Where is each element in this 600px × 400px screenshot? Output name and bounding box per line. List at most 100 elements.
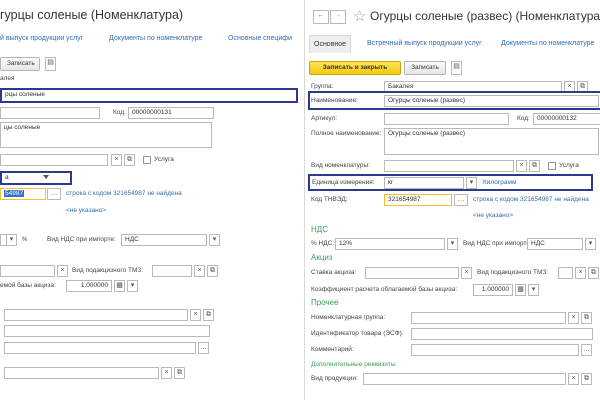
esf-field[interactable]: [411, 328, 593, 340]
code-field[interactable]: 00000000131: [128, 107, 214, 119]
comment-more-icon[interactable]: …: [581, 344, 592, 356]
tnved-select-icon[interactable]: …: [454, 194, 468, 206]
link-documents[interactable]: Документы по номенклатуре: [109, 35, 202, 42]
save-button[interactable]: Записать: [0, 57, 40, 71]
name-field[interactable]: Огурцы соленые (развес): [384, 95, 599, 107]
service-label: Услуга: [559, 162, 579, 169]
fullname-field[interactable]: Огурцы соленые (развес): [384, 128, 599, 155]
tnved-value: 54987: [4, 190, 25, 197]
coef-field[interactable]: 1.000000: [473, 284, 513, 296]
fullname-field[interactable]: цы соленые: [0, 122, 212, 148]
coef-value: 1.000000: [80, 282, 108, 289]
service-checkbox[interactable]: [548, 162, 556, 170]
nom-group-clear-icon[interactable]: ×: [190, 309, 201, 321]
service-checkbox[interactable]: [143, 156, 151, 164]
type-field[interactable]: [384, 160, 514, 172]
product-type-open-icon[interactable]: ⧉: [174, 367, 185, 379]
nom-group-open-icon[interactable]: ⧉: [581, 312, 592, 324]
coef-dropdown-icon[interactable]: ▾: [127, 280, 138, 292]
nom-group-field[interactable]: [4, 309, 188, 321]
type-field[interactable]: [0, 154, 108, 166]
product-type-label: Вид продукции:: [311, 375, 358, 382]
nom-group-field[interactable]: [411, 312, 566, 324]
nds-import-dropdown-icon[interactable]: ▾: [209, 234, 220, 246]
comment-field[interactable]: [411, 344, 579, 356]
not-specified-link[interactable]: <не указано>: [473, 212, 513, 219]
section-other: Прочее: [311, 298, 339, 307]
section-nds: НДС: [311, 225, 328, 234]
nds-dropdown-icon[interactable]: ▾: [6, 234, 17, 246]
tnved-error: строка с кодом 321654987 не найдена: [66, 190, 182, 197]
save-and-close-button[interactable]: Записать и закрыть: [309, 61, 401, 75]
tab-main[interactable]: Основное: [309, 35, 352, 53]
excise-type-open-icon[interactable]: ⧉: [588, 267, 599, 279]
nds-import-field[interactable]: НДС: [527, 238, 583, 250]
tnved-field[interactable]: 321654987: [384, 194, 452, 206]
nds-import-value: НДС: [125, 236, 139, 243]
window-title: Огурцы соленые (развес) (Номенклатура): [370, 9, 600, 23]
unit-dropdown-icon[interactable]: [43, 175, 49, 179]
product-type-clear-icon[interactable]: ×: [161, 367, 172, 379]
link-counter-release[interactable]: Встречный выпуск продукции услуг: [367, 40, 482, 47]
link-main-spec[interactable]: Основные специфи: [228, 35, 292, 42]
tnved-field[interactable]: 54987: [0, 188, 46, 200]
nds-import-field[interactable]: НДС: [121, 234, 207, 246]
link-documents[interactable]: Документы по номенклатуре: [501, 40, 594, 47]
excise-rate-field[interactable]: [0, 265, 55, 277]
coef-label: емой базы акциза:: [0, 282, 56, 289]
right-window: ← → ☆ Огурцы соленые (развес) (Номенклат…: [304, 0, 600, 400]
forward-arrow-icon[interactable]: →: [330, 10, 346, 24]
not-specified-link[interactable]: <не указано>: [66, 207, 106, 214]
tnved-label: Код ТНВЭД:: [311, 196, 348, 203]
code-field[interactable]: 00000000132: [533, 113, 600, 125]
excise-type-clear-icon[interactable]: ×: [194, 265, 205, 277]
product-type-field[interactable]: [4, 367, 159, 379]
type-open-icon[interactable]: ⧉: [529, 160, 540, 172]
type-clear-icon[interactable]: ×: [516, 160, 527, 172]
esf-field[interactable]: [4, 325, 210, 337]
nds-dropdown-icon[interactable]: ▾: [447, 238, 458, 250]
unit-field[interactable]: кг: [384, 177, 464, 189]
unit-link[interactable]: Килограмм: [483, 179, 516, 186]
calc-icon[interactable]: ▦: [515, 284, 526, 296]
type-open-icon[interactable]: ⧉: [124, 154, 135, 166]
comment-more-icon[interactable]: …: [198, 342, 209, 354]
article-field[interactable]: [0, 107, 100, 119]
article-field[interactable]: [384, 113, 509, 125]
tnved-select-icon[interactable]: …: [47, 188, 61, 200]
product-type-field[interactable]: [363, 373, 566, 385]
table-icon[interactable]: ▤: [451, 61, 462, 75]
unit-field[interactable]: а: [0, 171, 72, 185]
type-clear-icon[interactable]: ×: [111, 154, 122, 166]
code-label: Код:: [113, 109, 126, 116]
unit-dropdown-icon[interactable]: ▾: [466, 177, 477, 189]
fullname-label: Полное наименование:: [311, 130, 382, 137]
excise-type-open-icon[interactable]: ⧉: [207, 265, 218, 277]
save-button[interactable]: Записать: [404, 61, 446, 75]
link-counter-release[interactable]: й выпуск продукции услуг: [0, 35, 83, 42]
excise-rate-clear-icon[interactable]: ×: [57, 265, 68, 277]
nds-value: 12%: [339, 240, 353, 247]
excise-rate-field[interactable]: [365, 267, 459, 279]
name-field[interactable]: рцы соленые: [0, 88, 298, 103]
coef-field[interactable]: 1.000000: [66, 280, 112, 292]
coef-label: Коэффициент расчета облагаемой базы акци…: [311, 286, 458, 293]
comment-field[interactable]: [4, 342, 196, 354]
product-type-clear-icon[interactable]: ×: [568, 373, 579, 385]
excise-type-clear-icon[interactable]: ×: [575, 267, 586, 279]
table-icon[interactable]: ▤: [45, 57, 56, 71]
back-arrow-icon[interactable]: ←: [313, 10, 329, 24]
tnved-value: 321654987: [388, 196, 421, 203]
excise-type-field[interactable]: [152, 265, 192, 277]
excise-rate-clear-icon[interactable]: ×: [461, 267, 472, 279]
nom-group-clear-icon[interactable]: ×: [568, 312, 579, 324]
nom-group-open-icon[interactable]: ⧉: [203, 309, 214, 321]
nds-field[interactable]: 12%: [335, 238, 445, 250]
excise-type-field[interactable]: [558, 267, 573, 279]
calc-icon[interactable]: ▦: [114, 280, 125, 292]
favorite-star-icon[interactable]: ☆: [353, 7, 366, 25]
product-type-open-icon[interactable]: ⧉: [581, 373, 592, 385]
type-label: Вид номенклатуры:: [311, 162, 370, 169]
coef-dropdown-icon[interactable]: ▾: [528, 284, 539, 296]
nds-import-dropdown-icon[interactable]: ▾: [585, 238, 596, 250]
